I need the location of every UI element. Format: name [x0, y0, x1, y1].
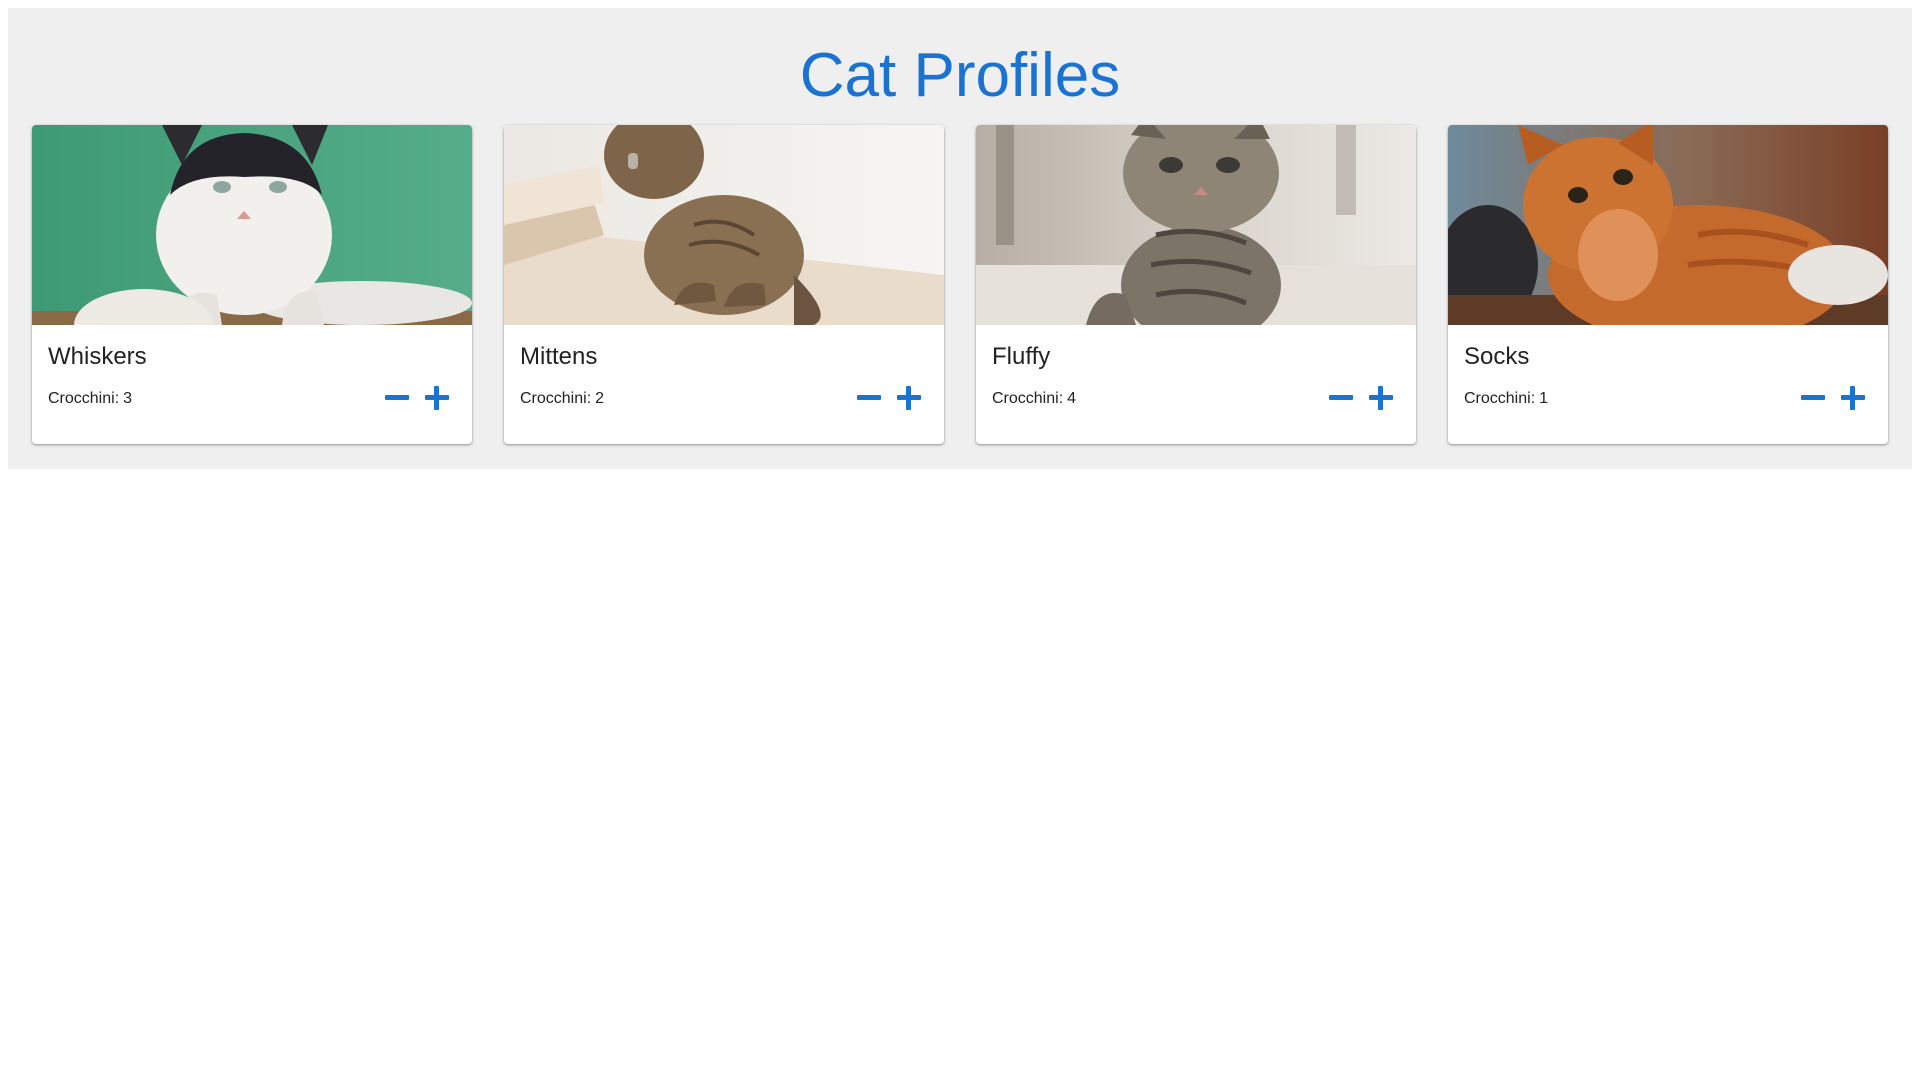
page-title: Cat Profiles — [799, 41, 1121, 110]
decrement-button[interactable] — [1798, 383, 1828, 413]
decrement-button[interactable] — [854, 383, 884, 413]
cat-card: Whiskers Crocchini: 3 — [32, 125, 472, 444]
profiles-panel: Cat Profiles Whiskers Crocchini: 3 Mitte… — [8, 8, 1912, 469]
minus-icon — [857, 395, 881, 400]
cat-card: Fluffy Crocchini: 4 — [976, 125, 1416, 444]
crocchini-value: 1 — [1539, 390, 1549, 407]
cat-name: Mittens — [520, 343, 598, 370]
crocchini-label: Crocchini: — [48, 390, 120, 407]
cat-photo — [1448, 125, 1888, 325]
crocchini-label: Crocchini: — [1464, 390, 1536, 407]
increment-button[interactable] — [1366, 383, 1396, 413]
crocchini-count: Crocchini: 4 — [992, 389, 1076, 409]
cat-name: Whiskers — [48, 343, 147, 370]
cat-card: Socks Crocchini: 1 — [1448, 125, 1888, 444]
crocchini-value: 2 — [595, 390, 605, 407]
crocchini-value: 4 — [1067, 390, 1077, 407]
cat-name: Socks — [1464, 343, 1530, 370]
crocchini-value: 3 — [123, 390, 133, 407]
cat-photo — [32, 125, 472, 325]
increment-button[interactable] — [1838, 383, 1868, 413]
crocchini-label: Crocchini: — [520, 390, 592, 407]
minus-icon — [385, 395, 409, 400]
cat-photo — [504, 125, 944, 325]
decrement-button[interactable] — [382, 383, 412, 413]
cat-photo — [976, 125, 1416, 325]
crocchini-label: Crocchini: — [992, 390, 1064, 407]
crocchini-count: Crocchini: 2 — [520, 389, 604, 409]
cat-card-list: Whiskers Crocchini: 3 Mittens Crocchini:… — [32, 125, 1888, 444]
minus-icon — [1329, 395, 1353, 400]
count-controls — [1326, 383, 1396, 413]
increment-button[interactable] — [894, 383, 924, 413]
increment-button[interactable] — [422, 383, 452, 413]
count-controls — [1798, 383, 1868, 413]
cat-name: Fluffy — [992, 343, 1051, 370]
crocchini-count: Crocchini: 1 — [1464, 389, 1548, 409]
count-controls — [854, 383, 924, 413]
cat-card: Mittens Crocchini: 2 — [504, 125, 944, 444]
count-controls — [382, 383, 452, 413]
decrement-button[interactable] — [1326, 383, 1356, 413]
crocchini-count: Crocchini: 3 — [48, 389, 132, 409]
minus-icon — [1801, 395, 1825, 400]
